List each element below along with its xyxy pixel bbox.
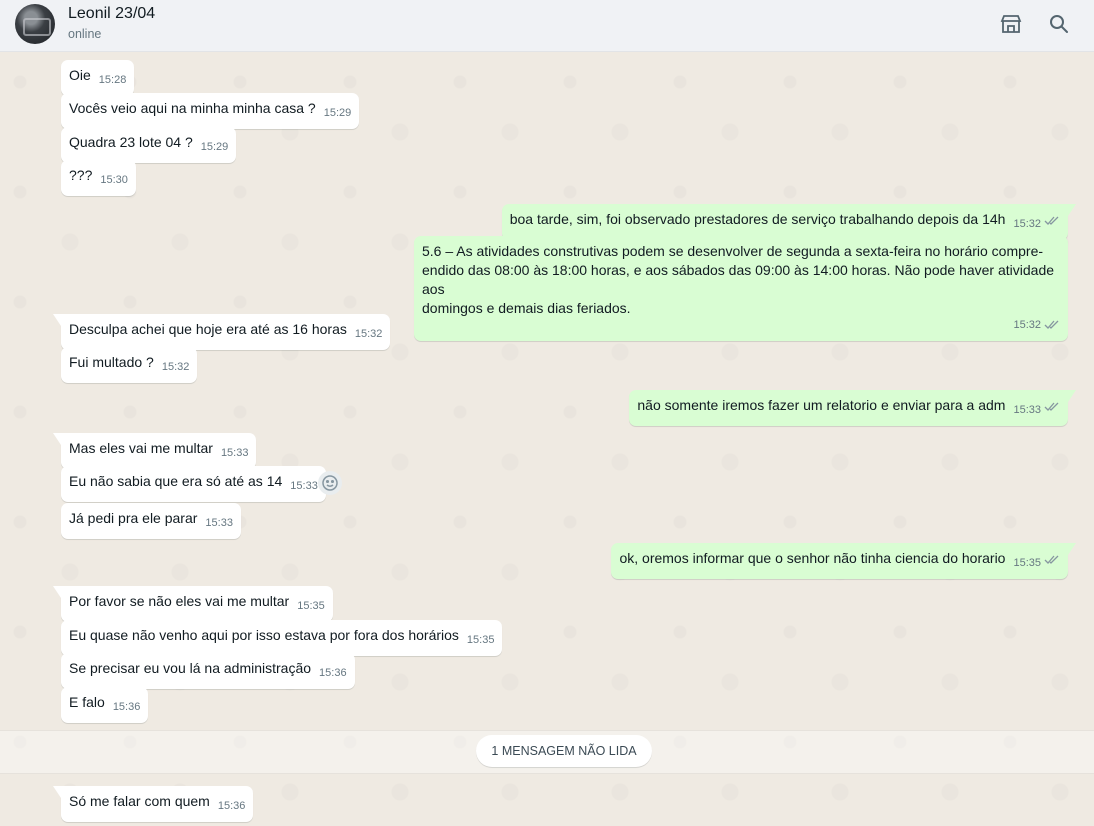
chat-header: Leonil 23/04 online [0,0,1094,52]
contact-status: online [68,27,102,41]
message-text: Mas eles vai me multar [69,440,213,456]
message-bubble[interactable]: Mas eles vai me multar 15:33 [52,433,257,469]
read-ticks-icon [1044,554,1060,565]
message-text: Eu não sabia que era só até as 14 [69,473,283,489]
message-bubble[interactable]: Já pedi pra ele parar 15:33 [61,503,241,539]
message-text-line: endido das 08:00 às 18:00 horas, e aos s… [422,262,1055,297]
read-ticks-icon [1044,319,1060,330]
contact-name[interactable]: Leonil 23/04 [68,5,155,23]
message-text: Se precisar eu vou lá na administração [69,660,312,676]
contact-avatar[interactable] [15,4,55,44]
message-time: 15:30 [100,174,128,186]
message-time: 15:35 [297,600,325,612]
unread-messages-badge: 1 MENSAGEM NÃO LIDA [476,735,652,767]
message-text: Quadra 23 lote 04 ? [69,134,193,150]
message-bubble[interactable]: E falo 15:36 [61,687,149,723]
message-text: Só me falar com quem [69,793,210,809]
message-time: 15:32 [161,361,190,373]
shop-icon[interactable] [999,12,1023,36]
message-text: Fui multado ? [69,354,154,370]
message-bubble[interactable]: Só me falar com quem 15:36 [52,786,254,822]
message-time: 15:32 [1013,218,1041,230]
message-text: boa tarde, sim, foi observado prestadore… [509,211,1006,227]
message-text: ??? [69,167,93,183]
message-bubble[interactable]: Desculpa achei que hoje era até as 16 ho… [52,314,391,350]
message-time: 15:36 [217,800,246,812]
message-text: Desculpa achei que hoje era até as 16 ho… [69,321,347,337]
message-time: 15:33 [205,517,233,529]
message-time: 15:32 [354,328,383,340]
message-bubble[interactable]: Se precisar eu vou lá na administração 15… [61,653,355,689]
read-ticks-icon [1044,401,1060,412]
message-text: Por favor se não eles vai me multar [69,593,290,609]
read-ticks-icon [1044,215,1060,226]
message-time: 15:35 [1013,557,1041,569]
message-time: 15:33 [290,480,318,492]
message-bubble[interactable]: Vocês veio aqui na minha minha casa ? 15:… [61,93,360,129]
message-time: 15:36 [319,667,347,679]
message-bubble[interactable]: Eu não sabia que era só até as 14 15:33 [61,466,326,502]
message-bubble[interactable]: ok, oremos informar que o senhor não tin… [611,543,1076,579]
message-bubble[interactable]: ??? 15:30 [61,160,136,196]
message-list[interactable]: Oie 15:28 Vocês veio aqui na minha minha … [0,52,1094,826]
message-text: não somente iremos fazer um relatorio e … [637,397,1006,413]
message-time: 15:32 [1013,319,1041,331]
message-time: 15:33 [220,447,249,459]
emoji-reaction-icon[interactable] [318,471,342,495]
message-bubble[interactable]: boa tarde, sim, foi observado prestadore… [501,204,1077,240]
message-bubble[interactable]: Eu quase não venho aqui por isso estava … [61,620,503,656]
search-icon[interactable] [1047,12,1071,36]
message-time: 15:36 [112,701,141,713]
message-time: 15:35 [466,634,495,646]
message-text-line: 5.6 – As atividades construtivas podem s… [422,243,1044,259]
message-text: Oie [69,67,91,83]
message-text: Vocês veio aqui na minha minha casa ? [69,100,316,116]
message-bubble[interactable]: 5.6 – As atividades construtivas podem s… [414,236,1068,341]
message-bubble[interactable]: Oie 15:28 [61,60,135,96]
message-text: E falo [69,694,105,710]
message-text: Já pedi pra ele parar [69,510,198,526]
message-text: Eu quase não venho aqui por isso estava … [69,627,459,643]
message-time: 15:28 [98,74,127,86]
message-time: 15:33 [1013,404,1041,416]
message-time: 15:29 [200,141,229,153]
message-bubble[interactable]: não somente iremos fazer um relatorio e … [629,390,1076,426]
message-bubble[interactable]: Por favor se não eles vai me multar 15:35 [53,586,333,622]
message-text: ok, oremos informar que o senhor não tin… [619,550,1006,566]
message-bubble[interactable]: Fui multado ? 15:32 [61,347,198,383]
message-bubble[interactable]: Quadra 23 lote 04 ? 15:29 [61,127,237,163]
message-time: 15:29 [323,107,352,119]
